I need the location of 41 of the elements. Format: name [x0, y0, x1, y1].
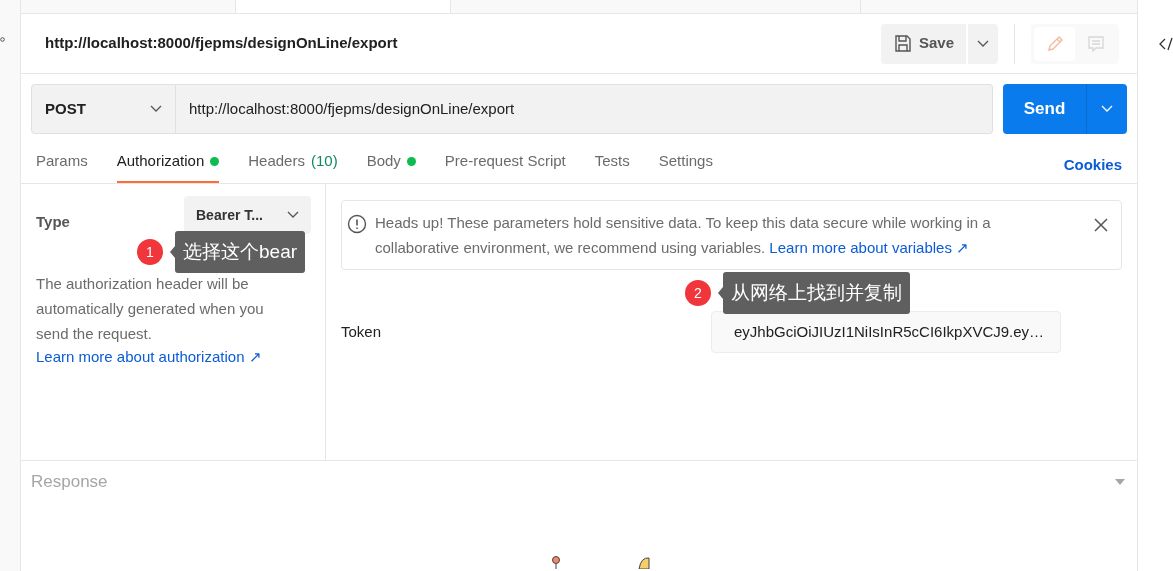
info-icon	[347, 214, 367, 234]
token-label: Token	[341, 321, 383, 342]
type-dropdown[interactable]: Bearer T...	[184, 196, 311, 234]
request-tab[interactable]: Authorization	[116, 148, 220, 183]
request-tab[interactable]: Params	[36, 148, 88, 183]
annotation-callout: 从网络上找到并复制	[723, 272, 910, 314]
cookies-link[interactable]: Cookies	[1063, 148, 1122, 183]
close-icon	[1094, 218, 1108, 232]
collapse-icon	[1115, 479, 1125, 485]
caret-icon	[287, 211, 299, 219]
method-dropdown[interactable]: POST	[31, 84, 176, 134]
request-tab[interactable]: Tests	[594, 148, 630, 183]
request-tab[interactable]: Headers (10)	[248, 148, 338, 183]
variables-link[interactable]: Learn more about variables ↗	[769, 239, 970, 256]
save-menu-button[interactable]	[968, 23, 998, 64]
step-marker: 2	[685, 280, 711, 306]
save-icon	[892, 33, 913, 54]
caret-icon	[1101, 105, 1113, 113]
description-text: The authorization header will be automatically generated when you send the request.	[36, 274, 265, 344]
comment-icon	[1085, 33, 1106, 54]
notice-text: Heads up! These parameters hold sensitive data. To keep this data secure while working in a collaborative environment, we recommend using variables. Learn more about variables ↗	[375, 213, 992, 258]
save-button[interactable]: Save	[880, 23, 966, 64]
step-marker: 1	[137, 239, 163, 265]
annotation-callout: 选择这个bear	[175, 231, 306, 273]
tab-strip-item[interactable]	[451, 0, 861, 13]
request-tab[interactable]: Pre-request Script	[444, 148, 566, 183]
url-field[interactable]: http://localhost:8000/fjepms/designOnLine/export	[176, 84, 993, 134]
authorization-link[interactable]: Learn more about authorization ↗	[36, 346, 311, 369]
send-button[interactable]: Send	[1003, 84, 1087, 134]
request-tab[interactable]: Body	[366, 148, 416, 183]
response-title: Response	[31, 471, 108, 494]
request-tab[interactable]: Settings	[658, 148, 713, 183]
edit-mode-button[interactable]	[1034, 26, 1075, 61]
caret-icon	[150, 105, 162, 113]
tab-strip-item[interactable]	[21, 0, 236, 13]
circle-icon	[0, 37, 5, 42]
request-title: http://localhost:8000/fjepms/designOnLine/export	[45, 33, 398, 54]
token-field[interactable]: eyJhbGciOiJIUzI1NiIsInR5cCI6IkpXVCJ9.ey…	[711, 311, 1061, 353]
caret-icon	[977, 39, 989, 48]
code-icon[interactable]	[1159, 37, 1173, 51]
type-label: Type	[36, 211, 70, 232]
